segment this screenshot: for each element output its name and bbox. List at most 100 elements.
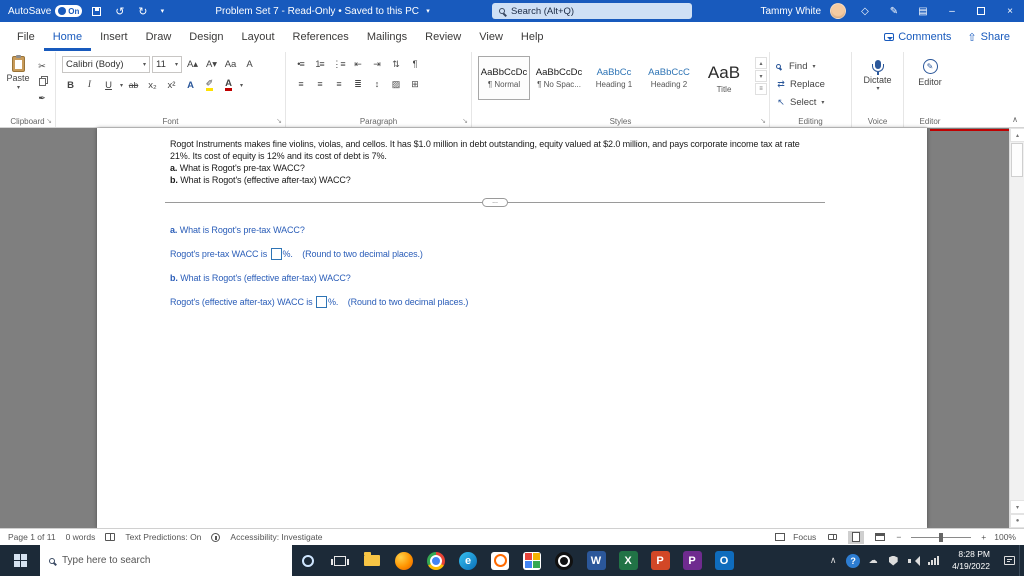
taskbar-clock[interactable]: 8:28 PM 4/19/2022	[943, 549, 999, 571]
line-spacing-button[interactable]: ↕	[368, 76, 385, 92]
tab-review[interactable]: Review	[416, 23, 470, 51]
font-color-button[interactable]: A	[220, 77, 237, 93]
titlebar-search[interactable]: Search (Alt+Q)	[492, 3, 692, 19]
presenter-icon[interactable]: ◇	[855, 0, 875, 22]
zoom-slider-thumb[interactable]	[939, 532, 944, 542]
styles-more-button[interactable]: ≡	[755, 83, 767, 95]
dark-circle-app-button[interactable]	[548, 545, 580, 576]
network-tray-button[interactable]	[923, 545, 943, 576]
edge-button[interactable]: e	[452, 545, 484, 576]
numbered-list-button[interactable]: 1≡	[311, 56, 328, 72]
user-avatar[interactable]	[830, 3, 846, 19]
borders-button[interactable]: ⊞	[406, 76, 423, 92]
tab-layout[interactable]: Layout	[233, 23, 284, 51]
start-button[interactable]	[0, 545, 40, 576]
styles-scroll-up-button[interactable]: ▴	[755, 57, 767, 69]
title-caret-icon[interactable]: ▾	[423, 7, 433, 15]
user-name[interactable]: Tammy White	[760, 6, 821, 17]
decrease-indent-button[interactable]: ⇤	[349, 56, 366, 72]
divider-expand-button[interactable]: ...	[482, 198, 508, 207]
increase-indent-button[interactable]: ⇥	[368, 56, 385, 72]
minimize-button[interactable]: –	[942, 0, 962, 22]
tab-home[interactable]: Home	[44, 23, 91, 51]
shrink-font-button[interactable]: A▾	[203, 57, 220, 73]
zoom-slider[interactable]	[911, 532, 972, 542]
font-color-caret-icon[interactable]: ▾	[240, 82, 243, 89]
show-desktop-button[interactable]	[1019, 545, 1024, 576]
pearson-app-button[interactable]: P	[676, 545, 708, 576]
comments-button[interactable]: Comments	[884, 31, 951, 43]
scroll-down-button[interactable]: ▾	[1010, 500, 1024, 514]
highlight-button[interactable]: ✐	[201, 77, 218, 93]
tab-insert[interactable]: Insert	[91, 23, 137, 51]
file-explorer-button[interactable]	[356, 545, 388, 576]
collapse-ribbon-icon[interactable]: ∧	[1012, 115, 1018, 124]
tab-references[interactable]: References	[284, 23, 358, 51]
read-mode-button[interactable]	[824, 531, 840, 544]
replace-button[interactable]: ⇄ Replace	[776, 75, 849, 93]
clipboard-dialog-launcher-icon[interactable]: ↘	[46, 117, 52, 125]
justify-button[interactable]: ≣	[349, 76, 366, 92]
tray-help-button[interactable]: ?	[843, 545, 863, 576]
underline-caret-icon[interactable]: ▾	[120, 82, 123, 89]
part-b-answer-input[interactable]	[315, 296, 327, 308]
tab-view[interactable]: View	[470, 23, 512, 51]
cut-button[interactable]: ✂	[34, 59, 50, 73]
style-title[interactable]: AaB Title	[698, 56, 750, 100]
tab-draw[interactable]: Draw	[137, 23, 181, 51]
quick-access-caret-icon[interactable]: ▾	[157, 7, 167, 15]
defender-tray-button[interactable]	[883, 545, 903, 576]
font-dialog-launcher-icon[interactable]: ↘	[276, 117, 282, 125]
style-no-spacing[interactable]: AaBbCcDc ¶ No Spac...	[533, 56, 585, 100]
bold-button[interactable]: B	[62, 77, 79, 93]
styles-scroll-down-button[interactable]: ▾	[755, 70, 767, 82]
scrollbar-thumb[interactable]	[1011, 143, 1023, 177]
web-layout-button[interactable]	[872, 531, 888, 544]
style-normal[interactable]: AaBbCcDc ¶ Normal	[478, 56, 530, 100]
style-heading-1[interactable]: AaBbCc Heading 1	[588, 56, 640, 100]
text-effects-button[interactable]: A	[182, 77, 199, 93]
volume-tray-button[interactable]	[903, 545, 923, 576]
italic-button[interactable]: I	[81, 77, 98, 93]
styles-dialog-launcher-icon[interactable]: ↘	[760, 117, 766, 125]
grid-app-button[interactable]	[516, 545, 548, 576]
zoom-level[interactable]: 100%	[994, 532, 1016, 542]
grow-font-button[interactable]: A▴	[184, 57, 201, 73]
tab-file[interactable]: File	[8, 23, 44, 51]
chrome-button[interactable]	[420, 545, 452, 576]
show-marks-button[interactable]: ¶	[406, 56, 423, 72]
close-button[interactable]: ×	[1000, 0, 1020, 22]
editor-label[interactable]: Editor	[918, 77, 942, 87]
tab-design[interactable]: Design	[180, 23, 232, 51]
word-count[interactable]: 0 words	[66, 532, 96, 542]
underline-button[interactable]: U	[100, 77, 117, 93]
scroll-up-button[interactable]: ▴	[1010, 128, 1024, 142]
font-size-select[interactable]: 11 ▾	[152, 56, 182, 73]
multilevel-list-button[interactable]: ⋮≡	[330, 56, 347, 72]
bullet-list-button[interactable]: •≡	[292, 56, 309, 72]
find-button[interactable]: Find ▾	[776, 57, 849, 75]
share-button[interactable]: ⇧ Share	[967, 31, 1010, 44]
align-left-button[interactable]: ≡	[292, 76, 309, 92]
accessibility-status[interactable]: Accessibility: Investigate	[230, 532, 322, 542]
font-family-select[interactable]: Calibri (Body) ▾	[62, 56, 150, 73]
excel-button[interactable]: X	[612, 545, 644, 576]
tab-help[interactable]: Help	[512, 23, 553, 51]
task-view-button[interactable]	[324, 545, 356, 576]
dictate-caret-icon[interactable]: ▾	[876, 85, 879, 92]
subscript-button[interactable]: x₂	[144, 77, 161, 93]
orbit-app-button[interactable]	[484, 545, 516, 576]
clear-formatting-button[interactable]: A	[241, 57, 258, 73]
powerpoint-button[interactable]: P	[644, 545, 676, 576]
action-center-button[interactable]	[999, 545, 1019, 576]
vertical-scrollbar[interactable]: ▴ ▾ ●	[1009, 128, 1024, 528]
format-painter-button[interactable]: ✒	[34, 91, 50, 105]
focus-button[interactable]: Focus	[793, 532, 816, 542]
redo-button[interactable]: ↻	[134, 2, 151, 20]
sort-button[interactable]: ⇅	[387, 56, 404, 72]
restore-button[interactable]	[971, 0, 991, 22]
align-right-button[interactable]: ≡	[330, 76, 347, 92]
select-button[interactable]: ↖ Select ▾	[776, 93, 849, 111]
strikethrough-button[interactable]: ab	[125, 77, 142, 93]
zoom-in-button[interactable]: +	[981, 532, 986, 542]
